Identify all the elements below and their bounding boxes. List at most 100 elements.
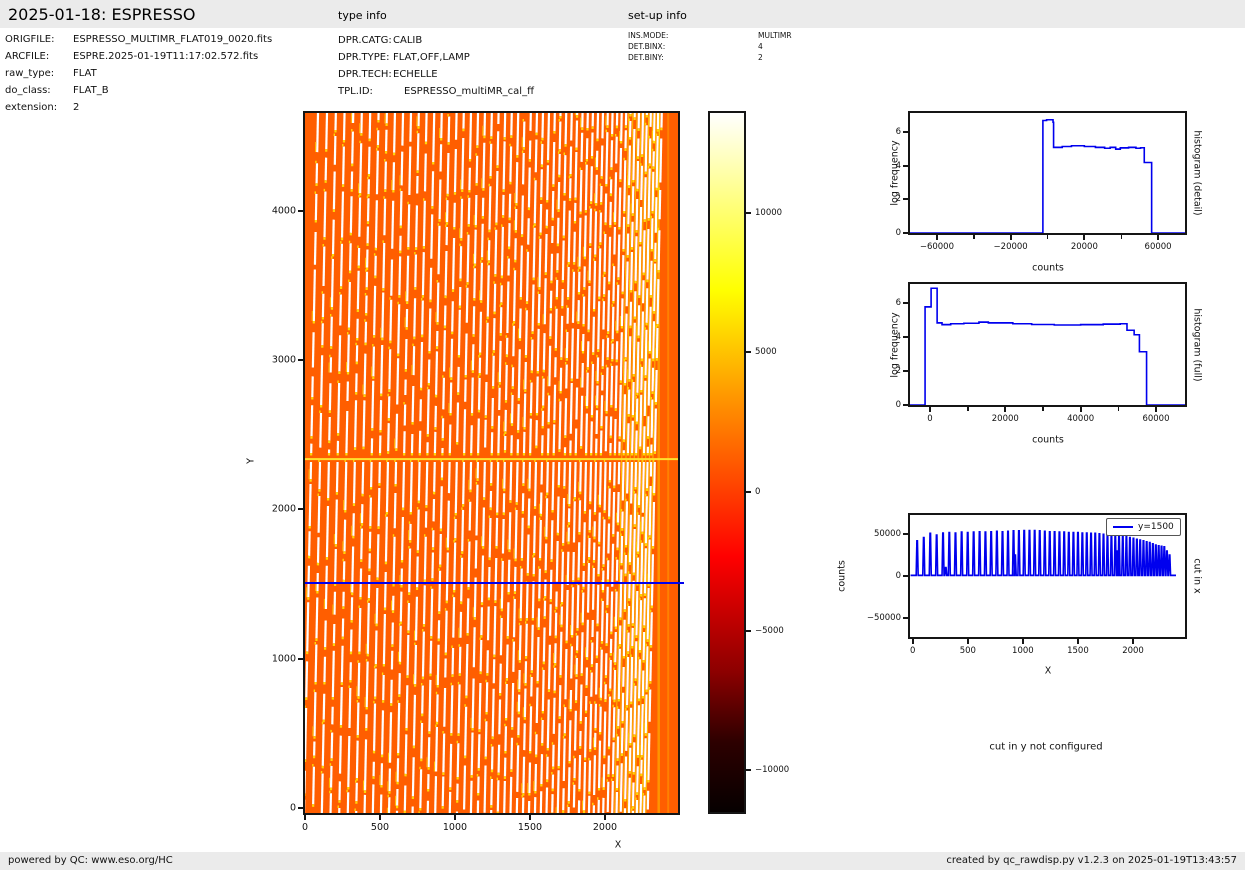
y-tick-mark: [903, 164, 908, 167]
x-minor-tick-mark: [973, 235, 975, 239]
colorbar-tick-label: 5000: [755, 347, 777, 358]
histogram-full-canvas: [910, 284, 1185, 405]
y-tick-mark: [298, 209, 303, 212]
page-title: 2025-01-18: ESPRESSO: [8, 5, 196, 24]
x-minor-tick-mark: [1120, 235, 1123, 239]
meta-label: DPR.TYPE:: [338, 52, 390, 63]
meta-label: ORIGFILE:: [5, 34, 55, 45]
x-tick-label: 500: [370, 822, 390, 833]
x-tick-label: −60000: [919, 242, 954, 252]
histogram-detail-plot: −60000 −20000 20000 60000 0 2 4 6: [896, 111, 1187, 252]
setup-info-block: INS.MODE: MULTIMR DET.BINX: 4 DET.BINY: 2: [628, 30, 792, 63]
y-tick-mark: [903, 533, 908, 536]
y-tick-label: 2000: [271, 503, 296, 515]
colorbar: 10000 5000 0 −5000 −10000: [708, 111, 789, 814]
y-tick-mark: [903, 616, 908, 619]
y-tick-label: 6: [895, 298, 901, 309]
footer-left-text: powered by QC: www.eso.org/HC: [8, 855, 173, 866]
y-tick-label: 6: [895, 127, 901, 138]
x-tick-mark: [1076, 639, 1079, 644]
meta-row: INS.MODE: MULTIMR: [628, 30, 792, 41]
meta-row: ARCFILE: ESPRE.2025-01-19T11:17:02.572.fi…: [5, 48, 272, 65]
colorbar-tick-label: 10000: [755, 208, 783, 219]
cut-plot-legend: y=1500: [1106, 518, 1181, 536]
x-tick-label: 500: [959, 646, 976, 656]
x-tick-mark: [1021, 639, 1024, 644]
cut-yaxis-label: counts: [836, 560, 848, 592]
colorbar-tick-mark: [746, 769, 751, 772]
meta-value: FLAT,OFF,LAMP: [393, 52, 470, 63]
meta-value: ECHELLE: [393, 69, 438, 80]
y-tick-label: 0: [895, 571, 901, 581]
y-tick-label: 1000: [271, 653, 296, 665]
x-tick-label: 1500: [1067, 646, 1089, 656]
meta-value: ESPRE.2025-01-19T11:17:02.572.fits: [73, 51, 259, 62]
meta-value: FLAT_B: [73, 85, 109, 96]
x-tick-mark: [1004, 407, 1007, 412]
meta-label: DET.BINX:: [628, 42, 666, 51]
x-tick-mark: [928, 407, 931, 412]
y-tick-label: 0: [895, 228, 901, 238]
x-tick-mark: [966, 639, 969, 644]
meta-value: 2: [758, 53, 763, 62]
x-tick-label: 0: [301, 822, 309, 833]
y-tick-label: 50000: [873, 529, 901, 540]
hist-detail-xaxis-label: counts: [1032, 262, 1064, 274]
x-tick-label: 60000: [1144, 242, 1172, 252]
meta-value: CALIB: [393, 35, 423, 46]
meta-row: DPR.TYPE: FLAT,OFF,LAMP: [338, 49, 534, 66]
y-tick-mark: [903, 404, 908, 406]
file-info-block: ORIGFILE: ESPRESSO_MULTIMR_FLAT019_0020.f…: [5, 31, 272, 116]
meta-label: DPR.TECH:: [338, 69, 392, 80]
meta-label: TPL.ID:: [338, 86, 373, 97]
y-tick-label: 3000: [271, 354, 296, 366]
meta-row: DET.BINX: 4: [628, 41, 792, 52]
meta-value: ESPRESSO_multiMR_cal_ff: [404, 86, 534, 97]
x-tick-label: −20000: [993, 242, 1028, 252]
meta-row: do_class: FLAT_B: [5, 82, 272, 99]
meta-label: extension:: [5, 102, 58, 113]
cut-xaxis-label: X: [1044, 665, 1052, 677]
meta-value: ESPRESSO_MULTIMR_FLAT019_0020.fits: [73, 34, 273, 45]
legend-label: y=1500: [1138, 522, 1174, 532]
y-tick-mark: [903, 336, 908, 339]
hist-full-xaxis-label: counts: [1032, 434, 1064, 446]
meta-row: raw_type: FLAT: [5, 65, 272, 82]
legend-line-sample: [1113, 526, 1133, 528]
x-tick-mark: [1157, 235, 1160, 240]
x-tick-label: 2000: [1122, 646, 1144, 656]
colorbar-tick-label: −10000: [755, 765, 790, 776]
x-tick-label: 1000: [1012, 646, 1034, 656]
x-minor-tick-mark: [1042, 407, 1044, 411]
y-tick-mark: [903, 302, 908, 305]
setup-info-heading: set-up info: [628, 9, 687, 22]
x-tick-mark: [304, 815, 306, 820]
y-tick-mark: [903, 131, 908, 134]
x-minor-tick-mark: [967, 407, 969, 411]
x-tick-mark: [453, 815, 456, 820]
meta-label: DET.BINY:: [628, 53, 664, 62]
raw-image-canvas: [305, 113, 678, 813]
meta-label: do_class:: [5, 85, 51, 96]
x-tick-label: 1000: [442, 822, 468, 833]
meta-value: FLAT: [73, 68, 97, 79]
x-tick-label: 60000: [1142, 414, 1170, 424]
x-tick-label: 0: [927, 414, 933, 424]
main-yaxis-label: Y: [245, 458, 257, 464]
x-tick-mark: [603, 815, 606, 820]
meta-value: 2: [73, 102, 80, 113]
meta-value: MULTIMR: [758, 31, 792, 40]
meta-row: DPR.TECH: ECHELLE: [338, 66, 534, 83]
main-xaxis-label: X: [614, 839, 622, 851]
y-tick-label: 0: [289, 802, 296, 814]
x-tick-label: 20000: [991, 414, 1019, 424]
hist-full-right-label: histogram (full): [1191, 308, 1203, 382]
qc-report-page: 2025-01-18: ESPRESSO type info set-up in…: [0, 0, 1245, 870]
meta-label: INS.MODE:: [628, 31, 669, 40]
colorbar-tick-mark: [746, 490, 751, 493]
meta-value: 4: [758, 42, 763, 51]
x-tick-mark: [378, 815, 381, 820]
x-tick-label: 2000: [592, 822, 618, 833]
x-tick-label: 20000: [1070, 242, 1098, 252]
cut-in-y-note: cut in y not configured: [989, 741, 1103, 753]
